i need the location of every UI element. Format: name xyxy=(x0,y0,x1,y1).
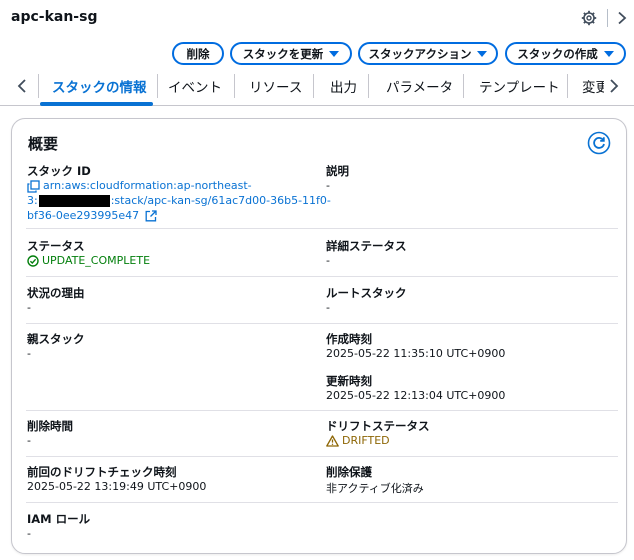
tab-separator xyxy=(463,74,464,98)
tab-separator xyxy=(313,74,314,98)
reason-value: - xyxy=(27,301,31,314)
detailed-status-value: - xyxy=(326,254,330,267)
row-divider xyxy=(26,456,618,457)
deleted-label: 削除時間 xyxy=(27,419,73,433)
external-link-icon[interactable] xyxy=(145,210,157,222)
chevron-right-icon[interactable] xyxy=(608,78,620,94)
copy-icon[interactable] xyxy=(27,179,40,193)
caret-down-icon xyxy=(603,50,614,57)
overview-panel: 概要 スタック ID arn:aws:cloudformation:ap-nor… xyxy=(11,118,627,554)
row-divider xyxy=(26,276,618,277)
last-drift-check-value: 2025-05-22 13:19:49 UTC+0900 xyxy=(27,480,207,493)
reason-label: 状況の理由 xyxy=(27,286,85,300)
row-divider xyxy=(26,228,618,229)
description-value: - xyxy=(326,179,330,192)
caret-down-icon xyxy=(477,50,488,57)
tab-separator xyxy=(38,74,39,98)
termination-protection-label: 削除保護 xyxy=(326,465,372,479)
termination-protection-value: 非アクティブ化済み xyxy=(326,482,424,495)
last-drift-check-label: 前回のドリフトチェック時刻 xyxy=(27,465,177,479)
detailed-status-label: 詳細ステータス xyxy=(326,239,407,253)
iam-role-value: - xyxy=(27,527,31,540)
stack-id-line1[interactable]: arn:aws:cloudformation:ap-northeast- xyxy=(43,179,252,192)
chevron-left-icon[interactable] xyxy=(16,78,28,94)
stack-id-path[interactable]: :stack/apc-kan-sg/61ac7d00-36b5-11f0- xyxy=(111,194,331,207)
parent-stack-label: 親スタック xyxy=(27,332,85,346)
updated-value: 2025-05-22 12:13:04 UTC+0900 xyxy=(326,389,506,402)
tab-separator xyxy=(567,74,568,98)
create-stack-button[interactable]: スタックの作成 xyxy=(505,42,626,65)
delete-button-label: 削除 xyxy=(186,48,210,61)
tab-outputs[interactable]: 出力 xyxy=(330,76,357,96)
tab-separator xyxy=(234,74,235,98)
stack-id-line2[interactable]: 3: :stack/apc-kan-sg/61ac7d00-36b5-11f0- xyxy=(27,194,331,207)
created-value: 2025-05-22 11:35:10 UTC+0900 xyxy=(326,347,506,360)
updated-label: 更新時刻 xyxy=(326,374,372,388)
tab-events[interactable]: イベント xyxy=(168,76,222,96)
check-circle-icon xyxy=(27,255,39,267)
status-text: UPDATE_COMPLETE xyxy=(42,254,151,267)
stack-id-value[interactable]: arn:aws:cloudformation:ap-northeast- xyxy=(27,179,252,193)
tab-change-sets[interactable]: 変更 xyxy=(582,76,604,96)
warning-icon xyxy=(326,435,339,447)
delete-button[interactable]: 削除 xyxy=(172,42,224,65)
row-divider xyxy=(26,502,618,503)
caret-down-icon xyxy=(329,50,340,57)
row-divider xyxy=(26,410,618,411)
parent-stack-value: - xyxy=(27,347,31,360)
header-divider xyxy=(607,9,608,27)
root-stack-label: ルートスタック xyxy=(326,286,407,300)
update-stack-label: スタックを更新 xyxy=(242,48,324,61)
stack-actions-button[interactable]: スタックアクション xyxy=(358,42,498,65)
refresh-icon[interactable] xyxy=(587,131,611,155)
stack-id-line3[interactable]: bf36-0ee293995e47 xyxy=(27,209,157,222)
status-value: UPDATE_COMPLETE xyxy=(27,254,150,267)
iam-role-label: IAM ロール xyxy=(27,512,91,526)
gear-icon[interactable] xyxy=(581,10,597,26)
drift-status-text: DRIFTED xyxy=(342,434,390,447)
chevron-right-icon[interactable] xyxy=(616,11,628,25)
deleted-value: - xyxy=(27,434,31,447)
stack-actions-label: スタックアクション xyxy=(368,48,472,61)
overview-title: 概要 xyxy=(28,135,59,153)
stack-id-region[interactable]: 3: xyxy=(27,194,38,207)
tab-separator xyxy=(157,74,158,98)
drift-status-label: ドリフトステータス xyxy=(326,419,430,433)
active-tab-indicator xyxy=(40,102,153,106)
redacted-account-id xyxy=(38,195,110,207)
drift-status-value: DRIFTED xyxy=(326,434,390,447)
status-label: ステータス xyxy=(27,239,85,253)
root-stack-value: - xyxy=(326,301,330,314)
update-stack-button[interactable]: スタックを更新 xyxy=(230,42,352,65)
page-title: apc-kan-sg xyxy=(11,9,98,25)
tab-resources[interactable]: リソース xyxy=(249,76,302,96)
page-header: apc-kan-sg xyxy=(0,0,634,36)
tab-template[interactable]: テンプレート xyxy=(479,76,560,96)
tab-separator xyxy=(368,74,369,98)
tab-stack-info[interactable]: スタックの情報 xyxy=(52,76,147,96)
create-stack-label: スタックの作成 xyxy=(517,48,598,61)
stack-id-suffix[interactable]: bf36-0ee293995e47 xyxy=(27,209,139,222)
tab-bar: スタックの情報 イベント リソース 出力 パラメータ テンプレート 変更 xyxy=(0,68,634,106)
action-bar: 削除 スタックを更新 スタックアクション スタックの作成 xyxy=(0,42,634,66)
row-divider xyxy=(26,323,618,324)
description-label: 説明 xyxy=(326,164,349,178)
tab-parameters[interactable]: パラメータ xyxy=(386,76,453,96)
created-label: 作成時刻 xyxy=(326,332,372,346)
stack-id-label: スタック ID xyxy=(27,164,91,178)
